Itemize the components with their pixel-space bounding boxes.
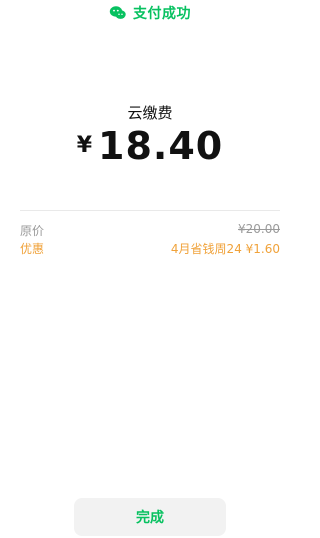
currency-symbol: ¥ [76,133,93,158]
original-price-row: 原价 ¥20.00 [20,222,280,239]
discount-value: 4月省钱周24 ¥1.60 [170,242,280,256]
discount-row: 优惠 4月省钱周24 ¥1.60 [20,240,280,257]
original-price-label: 原价 [20,224,45,238]
payment-success-header: 支付成功 [0,0,300,26]
page-title: 支付成功 [133,6,191,22]
divider [20,210,280,211]
done-button[interactable]: 完成 [74,498,226,536]
discount-label: 优惠 [20,242,45,256]
wechat-pay-icon [109,4,127,22]
merchant-name: 云缴费 [127,104,173,122]
paid-amount: ¥ 18.40 [0,124,300,168]
original-price-value: ¥20.00 [238,222,280,236]
amount-value: 18.40 [98,124,224,168]
